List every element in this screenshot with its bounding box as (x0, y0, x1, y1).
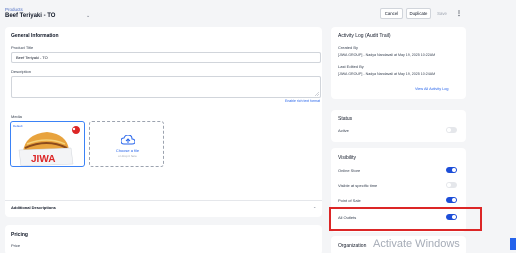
image-logo-text: JIWA (31, 154, 55, 165)
online-store-label: Online Store (338, 168, 361, 173)
active-label: Active (338, 128, 349, 133)
upload-hint: or drop it here (118, 154, 137, 158)
visibility-heading: Visibility (338, 155, 356, 161)
status-heading: Status (338, 116, 353, 122)
chevron-down-icon[interactable]: ⌄ (313, 204, 316, 209)
status-card: Status Active (331, 110, 466, 142)
product-title-label: Product Title (11, 45, 34, 50)
toggle-knob (452, 198, 456, 202)
general-information-heading: General Information (11, 33, 59, 39)
top-bar: Products Beef Teriyaki - TO ⌄ Cancel Dup… (0, 0, 516, 25)
pricing-heading: Pricing (11, 232, 28, 238)
last-edited-value: [JIWA GROUP] - Nadya Nandavali at May 19… (338, 72, 436, 76)
more-options-icon[interactable]: ⋮ (454, 8, 464, 19)
view-all-activity-link[interactable]: View All Activity Log (415, 87, 449, 91)
toggle-knob (447, 128, 451, 132)
visible-specific-time-label: Visible at specific time (338, 183, 378, 188)
point-of-sale-label: Point of Sale (338, 198, 361, 203)
last-edited-label: Last Edited By (338, 64, 364, 69)
side-tab[interactable] (510, 238, 516, 250)
toggle-knob (447, 183, 451, 187)
organization-heading: Organization (338, 243, 367, 249)
additional-descriptions-label: Additional Descriptions (11, 205, 56, 210)
enable-rich-text-link[interactable]: Enable rich text format (285, 99, 320, 103)
all-outlets-highlight (329, 207, 482, 231)
activate-windows-watermark: Activate Windows (373, 238, 460, 250)
product-title-value: Beef Teriyaki - TO (16, 55, 48, 60)
cancel-button[interactable]: Cancel (380, 8, 403, 19)
created-by-label: Created By (338, 45, 359, 50)
description-label: Description (11, 69, 32, 74)
toggle-knob (452, 168, 456, 172)
cloud-upload-icon (121, 135, 135, 145)
point-of-sale-toggle[interactable] (446, 197, 457, 203)
additional-descriptions-row[interactable]: Additional Descriptions ⌄ (5, 200, 322, 214)
created-by-value: [JIWA GROUP] - Nadya Nandavali at May 19… (338, 53, 436, 57)
pricing-card: Pricing Price (5, 225, 322, 253)
save-button[interactable]: Save (434, 8, 450, 19)
page-title: Beef Teriyaki - TO (5, 13, 56, 19)
visible-specific-time-toggle[interactable] (446, 182, 457, 188)
product-title-input[interactable]: Beef Teriyaki - TO (11, 52, 321, 63)
activity-log-heading: Activity Log (Audit Trail) (338, 33, 391, 39)
resize-handle-icon[interactable] (315, 92, 319, 96)
chevron-down-icon[interactable]: ⌄ (86, 13, 90, 19)
online-store-toggle[interactable] (446, 167, 457, 173)
description-textarea[interactable] (11, 76, 321, 98)
breadcrumb[interactable]: Products (5, 7, 23, 12)
duplicate-button[interactable]: Duplicate (406, 8, 431, 19)
file-upload-dropzone[interactable]: Choose a file or drop it here (89, 121, 164, 167)
active-toggle[interactable] (446, 127, 457, 133)
choose-file-link[interactable]: Choose a file (90, 148, 165, 153)
activity-log-card: Activity Log (Audit Trail) Created By [J… (331, 27, 466, 99)
media-label: Media (11, 114, 22, 119)
media-default-image[interactable]: Default JIWA (10, 121, 85, 167)
price-label: Price (11, 243, 21, 248)
product-image: JIWA (18, 126, 80, 166)
